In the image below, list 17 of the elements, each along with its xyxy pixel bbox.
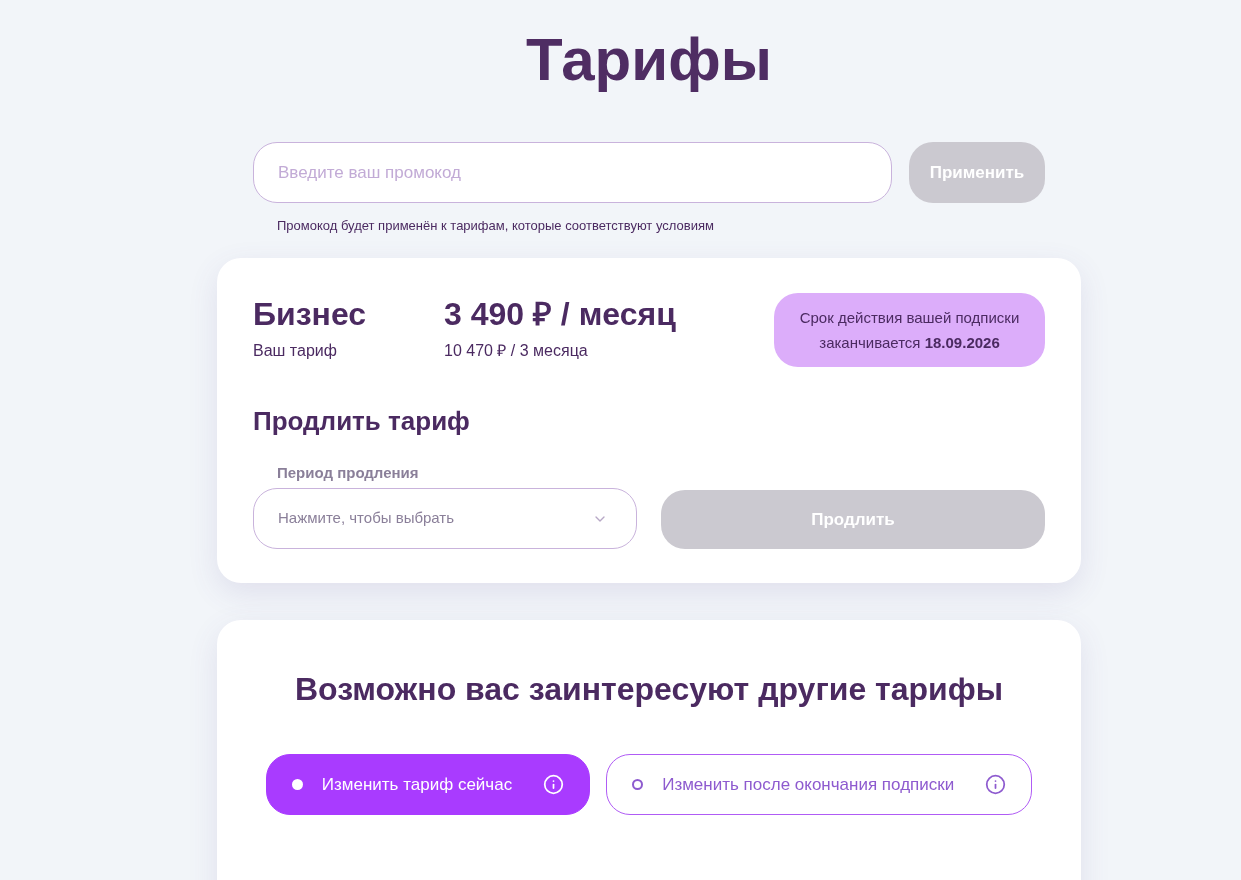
info-icon	[985, 774, 1007, 795]
radio-ring-icon	[632, 779, 644, 790]
plan-price-note: 10 470 ₽ / 3 месяца	[444, 341, 589, 361]
plan-switch-option[interactable]: Изменить после окончания подписки	[606, 754, 1033, 815]
period-label: Период продления	[277, 463, 420, 483]
plan-name: Бизнес	[253, 295, 368, 334]
period-select[interactable]: Нажмите, чтобы выбрать	[253, 488, 637, 549]
renew-heading: Продлить тариф	[253, 405, 471, 438]
info-icon	[543, 774, 565, 795]
expiry-notice: Срок действия вашей подписки заканчивается 18.09.2026	[774, 293, 1045, 367]
promo-hint: Промокод будет применён к тарифам, которые соответствуют условиям	[277, 217, 715, 235]
promo-code-field[interactable]: Введите ваш промокод	[253, 142, 892, 203]
plan-price: 3 490 ₽ / месяц	[444, 295, 676, 334]
plan-caption: Ваш тариф	[253, 341, 338, 361]
other-plans-heading: Возможно вас заинтересуют другие тарифы	[294, 670, 1004, 709]
plan-switch-option[interactable]: Изменить тариф сейчас	[265, 754, 591, 815]
page-title: Тарифы	[526, 25, 772, 95]
